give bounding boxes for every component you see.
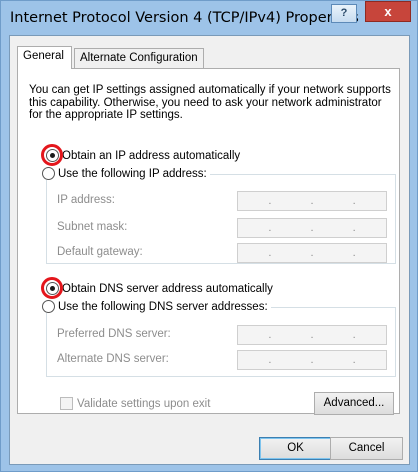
general-tab-panel: You can get IP settings assigned automat… <box>17 68 400 415</box>
close-icon: x <box>384 4 392 19</box>
obtain-dns-auto-label: Obtain DNS server address automatically <box>62 282 273 295</box>
ip-address-label: IP address: <box>57 194 115 206</box>
use-following-dns-label: Use the following DNS server addresses: <box>58 300 268 313</box>
ip-group-box: IP address: . . . Subnet mask: . . . Def… <box>46 174 396 264</box>
preferred-dns-label: Preferred DNS server: <box>57 328 171 340</box>
default-gateway-label: Default gateway: <box>57 246 143 258</box>
subnet-mask-label: Subnet mask: <box>57 221 128 233</box>
alternate-dns-input[interactable]: . . . <box>237 350 387 370</box>
preferred-dns-row: Preferred DNS server: . . . <box>57 325 387 345</box>
subnet-mask-row: Subnet mask: . . . <box>57 218 387 238</box>
highlight-circle-dns <box>41 277 63 299</box>
advanced-button[interactable]: Advanced... <box>314 392 394 415</box>
validate-settings-row[interactable]: Validate settings upon exit <box>60 397 210 410</box>
window-title: Internet Protocol Version 4 (TCP/IPv4) P… <box>10 10 359 26</box>
ok-button[interactable]: OK <box>259 437 332 460</box>
use-following-ip-radio[interactable] <box>42 167 55 180</box>
highlight-circle-ip <box>41 144 63 166</box>
title-bar[interactable]: Internet Protocol Version 4 (TCP/IPv4) P… <box>1 1 417 35</box>
dns-group-box: Preferred DNS server: . . . Alternate DN… <box>46 307 396 377</box>
close-button[interactable]: x <box>365 1 411 22</box>
dialog-body: General Alternate Configuration You can … <box>9 35 410 465</box>
validate-settings-checkbox[interactable] <box>60 397 73 410</box>
ip-address-input[interactable]: . . . <box>237 191 387 211</box>
ip-address-row: IP address: . . . <box>57 191 387 211</box>
default-gateway-input[interactable]: . . . <box>237 243 387 263</box>
tab-general[interactable]: General <box>17 46 72 69</box>
help-button[interactable]: ? <box>331 4 357 23</box>
use-following-dns-radio-row[interactable]: Use the following DNS server addresses: <box>42 300 271 313</box>
preferred-dns-input[interactable]: . . . <box>237 325 387 345</box>
obtain-ip-auto-label: Obtain an IP address automatically <box>62 149 241 162</box>
cancel-button[interactable]: Cancel <box>330 437 403 460</box>
use-following-ip-label: Use the following IP address: <box>58 167 207 180</box>
default-gateway-row: Default gateway: . . . <box>57 243 387 263</box>
validate-settings-label: Validate settings upon exit <box>77 397 211 410</box>
subnet-mask-input[interactable]: . . . <box>237 218 387 238</box>
obtain-dns-auto-radio-row[interactable]: Obtain DNS server address automatically <box>46 282 273 295</box>
alternate-dns-label: Alternate DNS server: <box>57 353 169 365</box>
use-following-dns-radio[interactable] <box>42 300 55 313</box>
description-text: You can get IP settings assigned automat… <box>29 84 391 121</box>
dialog-window: Internet Protocol Version 4 (TCP/IPv4) P… <box>0 0 418 472</box>
tab-alternate-configuration[interactable]: Alternate Configuration <box>74 48 204 69</box>
use-following-ip-radio-row[interactable]: Use the following IP address: <box>42 167 210 180</box>
alternate-dns-row: Alternate DNS server: . . . <box>57 350 387 370</box>
obtain-ip-auto-radio-row[interactable]: Obtain an IP address automatically <box>46 149 240 162</box>
